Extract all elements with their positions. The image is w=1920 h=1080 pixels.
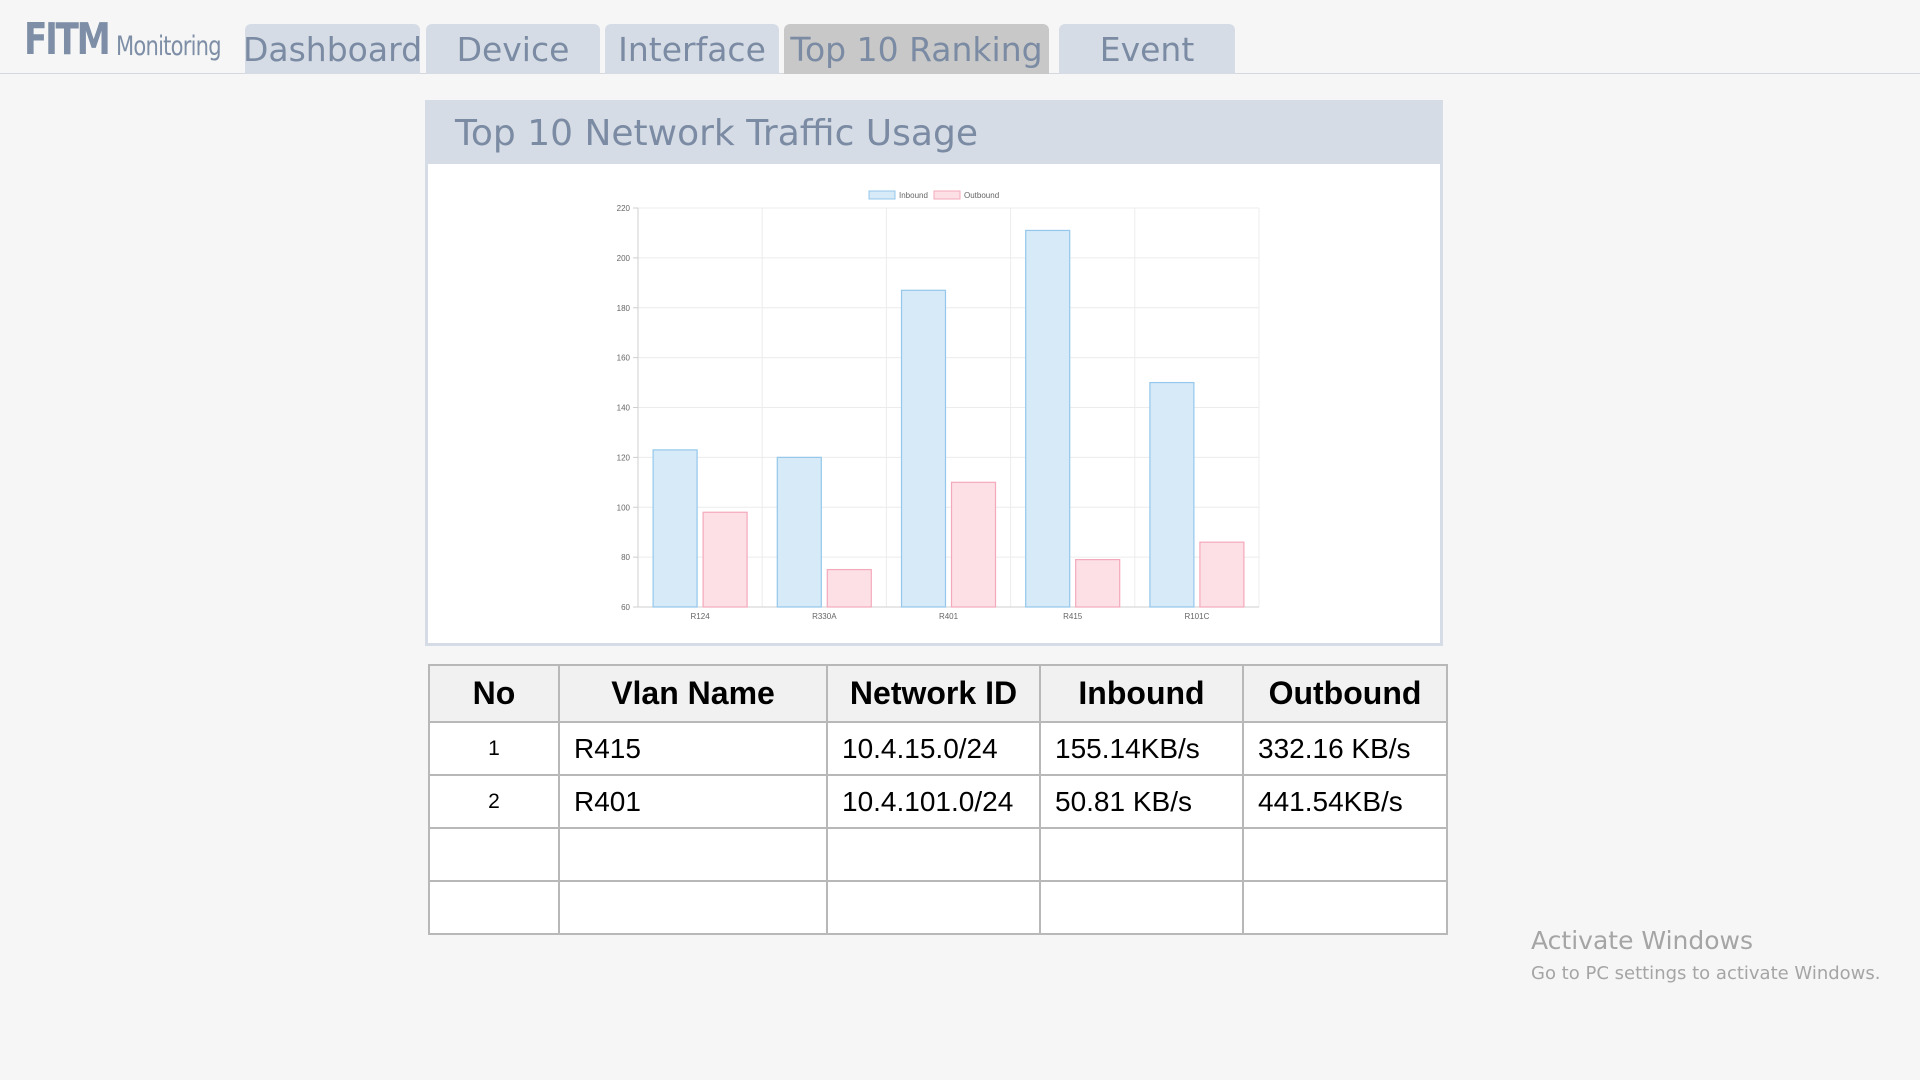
bar-inbound-r101c (1149, 381, 1195, 608)
col-header-vlan-name[interactable]: Vlan Name (558, 664, 828, 723)
col-header-network-id[interactable]: Network ID (826, 664, 1041, 723)
y-tick-label: 200 (617, 254, 631, 263)
cell-no (428, 880, 560, 935)
activate-windows-watermark: Activate Windows Go to PC settings to ac… (1531, 926, 1881, 984)
cell-outbound (1242, 880, 1448, 935)
bar-outbound-r415 (1075, 559, 1121, 608)
tab-event[interactable]: Event (1059, 24, 1235, 74)
bar-inbound-r401 (900, 289, 947, 608)
y-tick-label: 100 (617, 503, 631, 512)
col-header-no[interactable]: No (428, 664, 560, 723)
cell-vlan-name (558, 827, 828, 882)
tab-device[interactable]: Device (426, 24, 600, 74)
bar-outbound-r330a (826, 568, 872, 608)
table-row (428, 827, 1448, 882)
y-tick-label: 140 (617, 404, 631, 413)
table-row (428, 880, 1448, 935)
app-logo: FITM Monitoring (24, 14, 250, 64)
cell-vlan-name: R415 (558, 721, 828, 776)
logo-main-text: FITM (24, 14, 111, 65)
bar-outbound-r124 (702, 511, 748, 608)
cell-vlan-name (558, 880, 828, 935)
cell-vlan-name: R401 (558, 774, 828, 829)
watermark-title: Activate Windows (1531, 926, 1753, 955)
bar-inbound-r415 (1025, 229, 1071, 608)
x-tick-label: R415 (1063, 612, 1083, 621)
x-tick-label: R101C (1184, 612, 1209, 621)
chart-svg: 60 80 100 120 140 160 180 200 220 R124 R330A R401 R4… (617, 190, 1260, 621)
cell-inbound: 155.14KB/s (1039, 721, 1244, 776)
x-tick-label: R401 (939, 612, 959, 621)
ranking-table: No Vlan Name Network ID Inbound Outbound… (428, 664, 1448, 935)
col-header-inbound[interactable]: Inbound (1039, 664, 1244, 723)
x-tick-label: R124 (691, 612, 711, 621)
tab-top-10-ranking[interactable]: Top 10 Ranking (784, 24, 1049, 74)
table-row[interactable]: 1 R415 10.4.15.0/24 155.14KB/s 332.16 KB… (428, 721, 1448, 776)
traffic-usage-panel: Top 10 Network Traffic Usage 60 80 100 120 1… (425, 100, 1443, 646)
cell-inbound (1039, 827, 1244, 882)
y-tick-label: 120 (617, 453, 631, 462)
bar-outbound-r401 (950, 481, 997, 608)
legend-swatch-outbound (933, 190, 961, 200)
legend-swatch-inbound (868, 190, 896, 200)
y-tick-label: 160 (617, 354, 631, 363)
cell-inbound (1039, 880, 1244, 935)
bar-outbound-r101c (1199, 541, 1245, 608)
table-header-row: No Vlan Name Network ID Inbound Outbound (428, 664, 1448, 723)
y-tick-label: 60 (621, 603, 630, 612)
cell-no (428, 827, 560, 882)
cell-inbound: 50.81 KB/s (1039, 774, 1244, 829)
traffic-bar-chart: 60 80 100 120 140 160 180 200 220 R124 R330A R401 R4… (428, 164, 1440, 643)
cell-network-id (826, 880, 1041, 935)
cell-network-id: 10.4.101.0/24 (826, 774, 1041, 829)
cell-network-id: 10.4.15.0/24 (826, 721, 1041, 776)
logo-sub-text: Monitoring (116, 31, 222, 62)
col-header-outbound[interactable]: Outbound (1242, 664, 1448, 723)
cell-no: 1 (428, 721, 560, 776)
cell-outbound: 332.16 KB/s (1242, 721, 1448, 776)
legend-label-outbound: Outbound (964, 191, 999, 200)
bar-inbound-r330a (776, 456, 822, 608)
bar-inbound-r124 (652, 449, 698, 608)
tab-interface[interactable]: Interface (605, 24, 779, 74)
cell-outbound (1242, 827, 1448, 882)
watermark-subtitle: Go to PC settings to activate Windows. (1531, 963, 1881, 984)
legend-label-inbound: Inbound (899, 191, 928, 200)
cell-outbound: 441.54KB/s (1242, 774, 1448, 829)
y-tick-label: 180 (617, 304, 631, 313)
table-row[interactable]: 2 R401 10.4.101.0/24 50.81 KB/s 441.54KB… (428, 774, 1448, 829)
cell-network-id (826, 827, 1041, 882)
y-tick-label: 220 (617, 204, 631, 213)
cell-no: 2 (428, 774, 560, 829)
y-tick-label: 80 (621, 553, 630, 562)
panel-title: Top 10 Network Traffic Usage (428, 103, 1440, 164)
x-tick-label: R330A (812, 612, 837, 621)
top-navigation-bar: FITM Monitoring Dashboard Device Interfa… (0, 0, 1920, 74)
tab-dashboard[interactable]: Dashboard (243, 24, 422, 74)
